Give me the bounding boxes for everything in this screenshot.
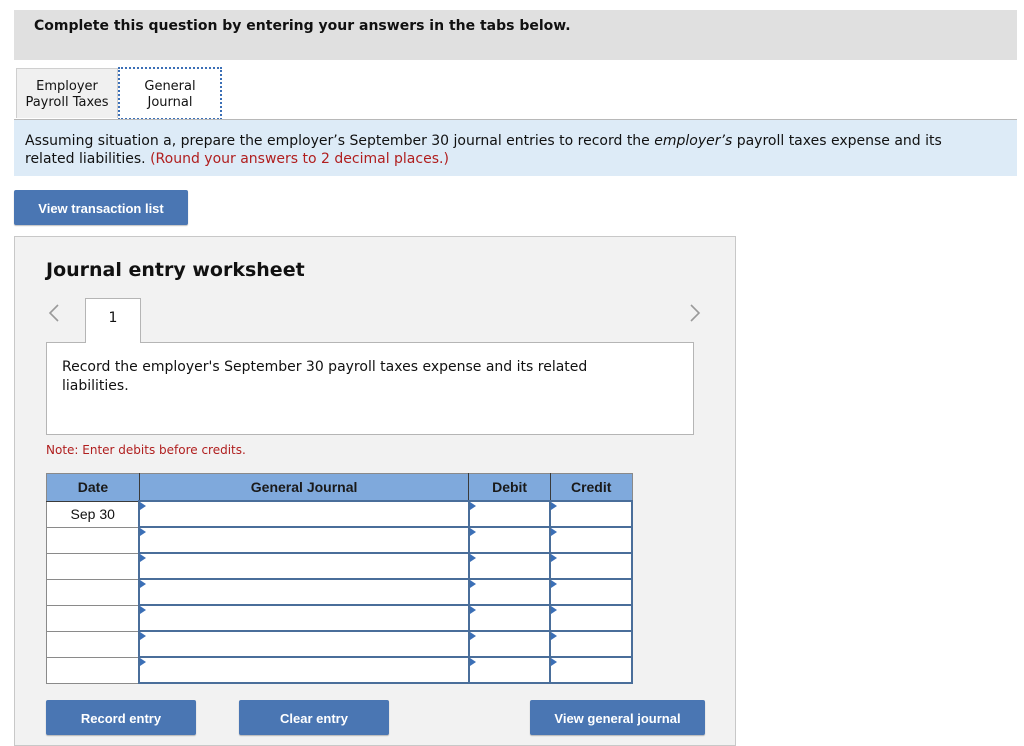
date-cell — [46, 552, 141, 580]
debit-cell — [467, 552, 552, 580]
account-input[interactable] — [140, 529, 468, 551]
tab-employer-payroll-taxes[interactable]: Employer Payroll Taxes — [16, 68, 118, 118]
chevron-right-icon[interactable] — [685, 301, 705, 325]
credit-cell — [549, 656, 633, 684]
clear-entry-button[interactable]: Clear entry — [239, 700, 389, 735]
account-cell — [138, 630, 470, 658]
tab-label-line2: Journal — [147, 95, 193, 110]
worksheet-title: Journal entry worksheet — [46, 259, 305, 281]
debit-cell — [467, 578, 552, 606]
debit-cell — [467, 500, 552, 528]
chevron-left-icon[interactable] — [45, 301, 65, 325]
journal-row — [46, 552, 633, 580]
account-cell — [138, 526, 470, 554]
view-general-journal-button[interactable]: View general journal — [530, 700, 705, 735]
debit-input[interactable] — [469, 659, 550, 681]
date-cell — [46, 604, 141, 632]
credit-cell — [549, 500, 633, 528]
credit-input[interactable] — [551, 607, 631, 629]
banner-text: Complete this question by entering your … — [34, 18, 571, 34]
debit-input[interactable] — [469, 633, 550, 655]
journal-entry-worksheet-panel: Journal entry worksheet 1 Record the emp… — [14, 236, 736, 746]
credit-cell — [549, 630, 633, 658]
journal-row — [46, 604, 633, 632]
account-cell — [138, 552, 470, 580]
credit-input[interactable] — [551, 633, 631, 655]
date-cell — [46, 656, 141, 684]
account-input[interactable] — [140, 659, 468, 681]
credit-cell — [549, 604, 633, 632]
credit-cell — [549, 552, 633, 580]
journal-row: Sep 30 — [46, 500, 633, 528]
view-transaction-list-button[interactable]: View transaction list — [14, 190, 188, 225]
date-cell — [46, 630, 141, 658]
tab-general-journal[interactable]: General Journal — [118, 67, 222, 120]
journal-row — [46, 656, 633, 684]
instruction-banner: Complete this question by entering your … — [14, 10, 1017, 60]
step-description-box: Record the employer's September 30 payro… — [46, 342, 694, 435]
credit-input[interactable] — [551, 529, 631, 551]
account-input[interactable] — [140, 503, 468, 525]
rounding-note: (Round your answers to 2 decimal places.… — [150, 151, 449, 167]
header-credit: Credit — [549, 473, 633, 502]
step-tab-1[interactable]: 1 — [85, 298, 141, 343]
credit-input[interactable] — [551, 555, 631, 577]
date-cell — [46, 578, 141, 606]
debit-cell — [467, 656, 552, 684]
instructions-part1: Assuming situation a, prepare the employ… — [25, 133, 655, 149]
tab-label-line2: Payroll Taxes — [25, 95, 109, 110]
tab-label-line1: Employer — [36, 79, 98, 94]
journal-row — [46, 630, 633, 658]
account-cell — [138, 500, 470, 528]
journal-table: Date General Journal Debit Credit Sep 30 — [46, 473, 633, 684]
date-cell: Sep 30 — [46, 500, 141, 528]
header-debit: Debit — [468, 473, 551, 502]
credit-cell — [549, 578, 633, 606]
debit-input[interactable] — [469, 555, 550, 577]
debit-input[interactable] — [469, 581, 550, 603]
instructions-text: Assuming situation a, prepare the employ… — [25, 132, 985, 168]
account-input[interactable] — [140, 633, 468, 655]
journal-header-row: Date General Journal Debit Credit — [46, 473, 633, 502]
debit-input[interactable] — [469, 529, 550, 551]
credit-input[interactable] — [551, 503, 631, 525]
debit-cell — [467, 604, 552, 632]
debit-input[interactable] — [469, 607, 550, 629]
record-entry-button[interactable]: Record entry — [46, 700, 196, 735]
tab-label-line1: General — [144, 79, 196, 94]
debit-cell — [467, 526, 552, 554]
credit-input[interactable] — [551, 659, 631, 681]
header-general-journal: General Journal — [138, 473, 470, 502]
header-date: Date — [46, 473, 140, 502]
account-input[interactable] — [140, 607, 468, 629]
journal-row — [46, 526, 633, 554]
account-input[interactable] — [140, 581, 468, 603]
debits-credits-note: Note: Enter debits before credits. — [46, 443, 246, 457]
account-cell — [138, 656, 470, 684]
date-cell — [46, 526, 141, 554]
credit-cell — [549, 526, 633, 554]
account-input[interactable] — [140, 555, 468, 577]
journal-row — [46, 578, 633, 606]
instructions-italic: employer’s — [654, 133, 733, 149]
instructions-box: Assuming situation a, prepare the employ… — [14, 120, 1017, 176]
debit-cell — [467, 630, 552, 658]
account-cell — [138, 578, 470, 606]
credit-input[interactable] — [551, 581, 631, 603]
debit-input[interactable] — [469, 503, 550, 525]
account-cell — [138, 604, 470, 632]
step-description: Record the employer's September 30 payro… — [62, 359, 588, 394]
